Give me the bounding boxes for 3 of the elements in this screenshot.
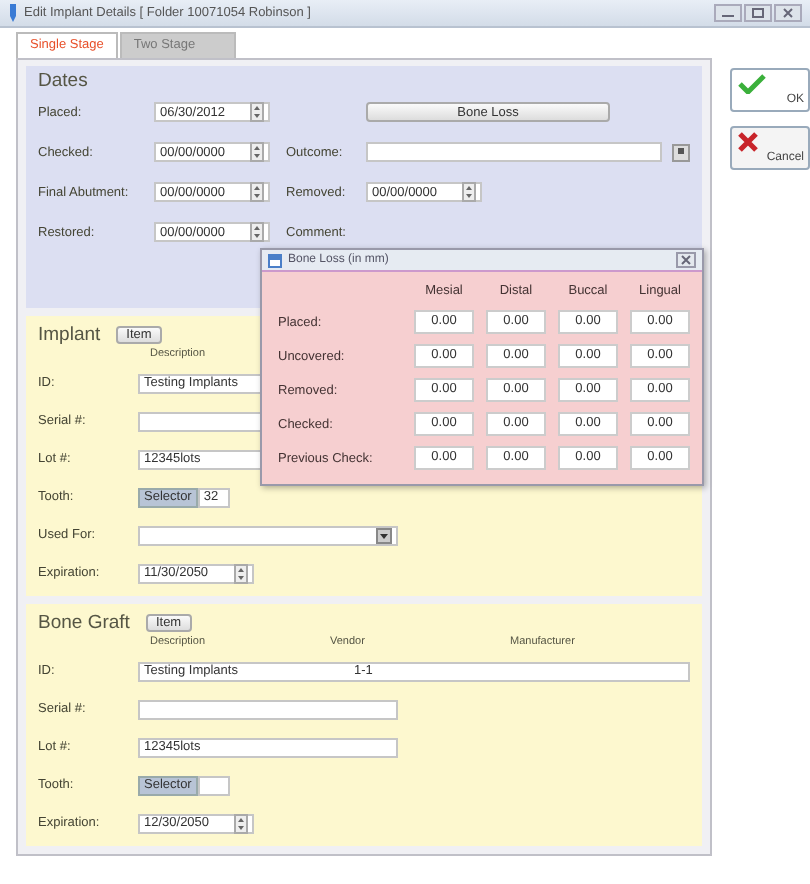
section-heading: Bone Graft <box>38 611 130 633</box>
section-heading: Dates <box>38 70 90 92</box>
section-heading: Implant <box>38 323 101 345</box>
